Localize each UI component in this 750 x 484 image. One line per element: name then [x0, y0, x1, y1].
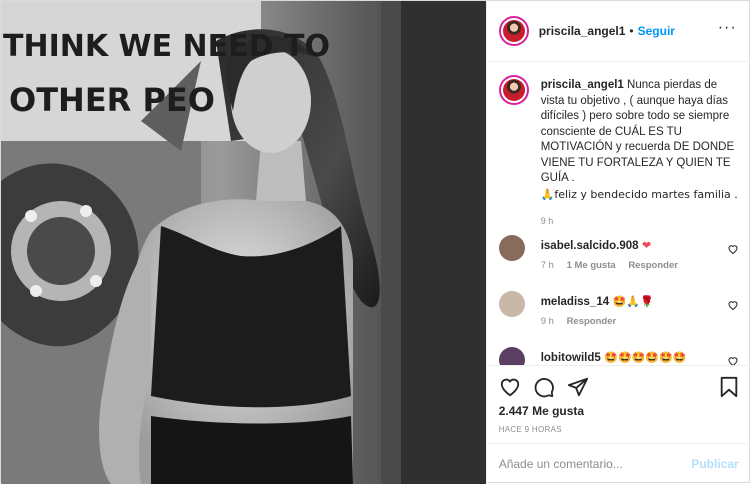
commenter-username[interactable]: lobitowild5: [541, 352, 601, 364]
post-header: priscila_angel1 • Seguir ···: [486, 1, 750, 62]
more-options-icon[interactable]: ···: [718, 20, 737, 36]
comments-list[interactable]: priscila_angel1 Nunca pierdas de vista t…: [487, 63, 750, 365]
like-comment-heart-icon[interactable]: [727, 299, 739, 311]
caption-body: Nunca pierdas de vista tu objetivo , ( a…: [540, 79, 735, 184]
author-username[interactable]: priscila_angel1: [539, 24, 626, 38]
post-photo[interactable]: THINK WE NEED TO OTHER PEO: [1, 1, 486, 484]
follow-button[interactable]: Seguir: [638, 24, 675, 38]
comment-text: ❤: [638, 239, 652, 252]
comment-meta: 9 h Responder: [541, 316, 626, 327]
commenter-username[interactable]: meladiss_14: [541, 296, 609, 308]
reply-button[interactable]: Responder: [567, 316, 617, 327]
comment-item: lobitowild5 🤩🤩🤩🤩🤩🤩: [498, 347, 739, 365]
commenter-avatar[interactable]: [498, 235, 525, 261]
mural-text-line1: THINK WE NEED TO: [3, 29, 330, 64]
comment-body: lobitowild5 🤩🤩🤩🤩🤩🤩: [541, 350, 721, 365]
caption-text: priscila_angel1 Nunca pierdas de vista t…: [541, 78, 741, 203]
save-bookmark-icon[interactable]: [719, 376, 739, 398]
post-time-ago[interactable]: HACE 9 HORAS: [499, 425, 562, 434]
add-comment-input[interactable]: Añade un comentario...: [499, 457, 692, 471]
commenter-avatar[interactable]: [498, 291, 525, 317]
post-photo-image: THINK WE NEED TO OTHER PEO: [1, 1, 486, 484]
like-heart-icon[interactable]: [499, 376, 521, 398]
mural-text-line2: OTHER PEO: [9, 81, 215, 119]
comment-item: isabel.salcido.908 ❤ 7 h 1 Me gusta Resp…: [498, 235, 739, 285]
commenter-avatar[interactable]: [498, 347, 525, 365]
caption-author-avatar[interactable]: [498, 75, 529, 105]
post-side-panel: priscila_angel1 • Seguir ··· priscila_an…: [485, 1, 750, 484]
comment-body: isabel.salcido.908 ❤: [541, 238, 721, 254]
post-actions: 2.447 Me gusta HACE 9 HORAS: [486, 365, 750, 443]
like-comment-heart-icon[interactable]: [727, 243, 739, 255]
comment-time[interactable]: 9 h: [541, 316, 554, 327]
caption-timestamp[interactable]: 9 h: [541, 216, 554, 226]
share-paper-plane-icon[interactable]: [567, 376, 589, 398]
header-separator: •: [629, 24, 634, 38]
comment-likes[interactable]: 1 Me gusta: [567, 260, 616, 271]
publish-button[interactable]: Publicar: [691, 457, 738, 471]
comment-meta: 7 h 1 Me gusta Responder: [541, 260, 688, 271]
instagram-post: THINK WE NEED TO OTHER PEO priscila_ange…: [0, 0, 750, 484]
comment-bubble-icon[interactable]: [533, 376, 555, 398]
author-avatar[interactable]: [498, 16, 529, 46]
reply-button[interactable]: Responder: [628, 260, 678, 271]
comment-text: 🤩🤩🤩🤩🤩🤩: [600, 351, 687, 364]
commenter-username[interactable]: isabel.salcido.908: [541, 240, 639, 252]
action-icons: [499, 376, 589, 398]
caption-username[interactable]: priscila_angel1: [541, 79, 624, 91]
comment-item: meladiss_14 🤩🙏🌹 9 h Responder: [498, 291, 739, 341]
comment-text: 🤩🙏🌹: [609, 295, 654, 308]
like-comment-heart-icon[interactable]: [727, 355, 739, 365]
add-comment-bar: Añade un comentario... Publicar: [486, 443, 750, 484]
caption-body-2: 🙏feliz y bendecido martes familia .: [540, 187, 738, 201]
comment-time[interactable]: 7 h: [541, 260, 554, 271]
comment-body: meladiss_14 🤩🙏🌹: [541, 294, 721, 310]
likes-count[interactable]: 2.447 Me gusta: [499, 404, 584, 418]
